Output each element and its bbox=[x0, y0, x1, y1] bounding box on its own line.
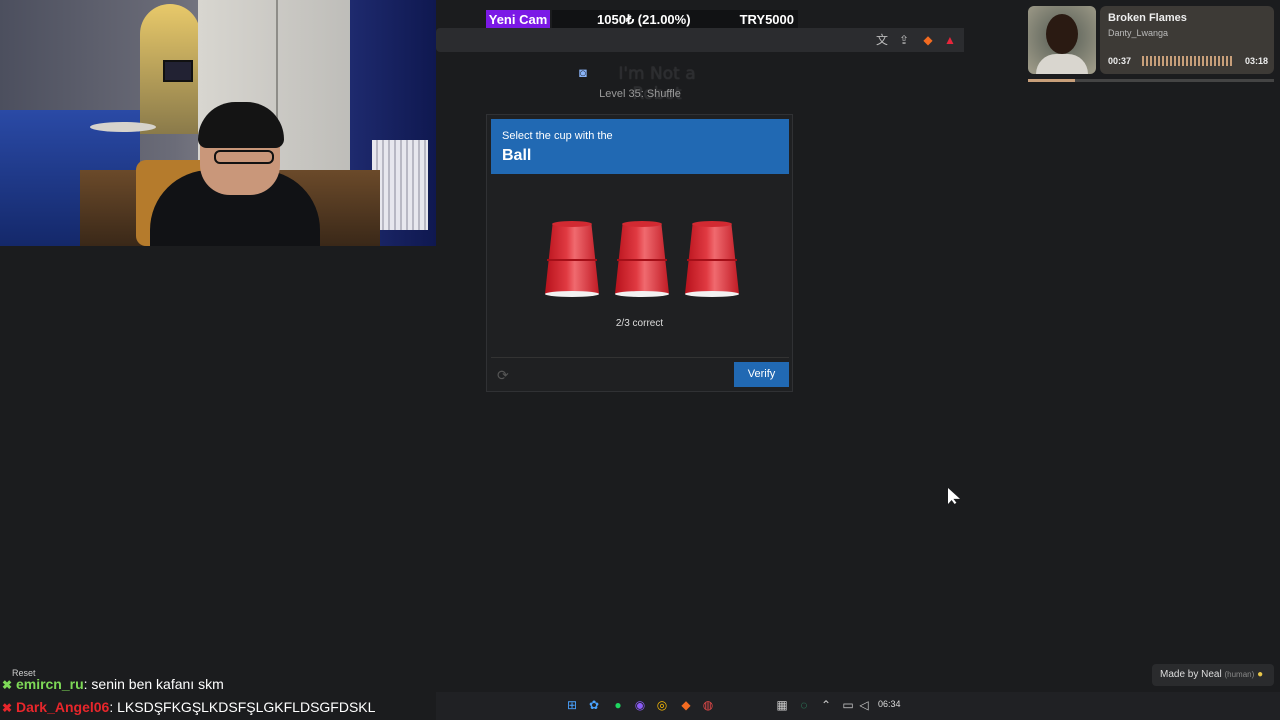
robot-icon: ◙ bbox=[579, 65, 587, 80]
discord-icon[interactable]: ◉ bbox=[632, 697, 648, 713]
taskbar-clock[interactable]: 06:34 bbox=[878, 699, 901, 709]
chat-username: Dark_Angel06 bbox=[15, 699, 110, 715]
music-widget: Broken Flames Danty_Lwanga 00:37 03:18 bbox=[1028, 6, 1274, 82]
browser-toolbar: 文 ⇪ ◆ ▲ bbox=[436, 28, 964, 52]
volume-icon[interactable]: ◁ bbox=[856, 697, 872, 713]
chat-text: : senin ben kafanı skm bbox=[83, 676, 224, 692]
track-progress-bar bbox=[1028, 79, 1274, 82]
chat-text: : LKSDŞFKGŞLKDSFŞLGKFLDSGFDSKL bbox=[109, 699, 376, 715]
level-label: Level 35: Shuffle bbox=[599, 88, 681, 100]
rewards-icon[interactable]: ▲ bbox=[942, 32, 958, 48]
app-icon-2[interactable]: ◍ bbox=[700, 697, 716, 713]
qr-icon[interactable]: ▦ bbox=[774, 697, 790, 713]
album-art bbox=[1028, 6, 1096, 74]
network-icon[interactable]: ▭ bbox=[840, 697, 856, 713]
chrome-icon[interactable]: ◎ bbox=[654, 697, 670, 713]
divider bbox=[491, 357, 789, 358]
translate-icon[interactable]: 文 bbox=[874, 32, 890, 48]
cup-2[interactable] bbox=[615, 221, 669, 299]
captcha-card: Select the cup with the Ball 2/3 correct… bbox=[486, 114, 793, 392]
mouse-cursor-icon bbox=[948, 488, 960, 504]
refresh-icon[interactable]: ⟳ bbox=[497, 367, 513, 383]
tray-icon[interactable]: ◌ bbox=[796, 697, 812, 713]
cup-3[interactable] bbox=[685, 221, 739, 299]
chat-badge-icon: ✖ bbox=[2, 701, 13, 715]
cup-1[interactable] bbox=[545, 221, 599, 299]
balance-bar: 1050₺ (21.00%) TRY5000 bbox=[552, 10, 798, 30]
track-progress-fill bbox=[1028, 79, 1075, 82]
app-icon[interactable]: ✿ bbox=[586, 697, 602, 713]
captcha-header: Select the cup with the Ball bbox=[491, 119, 789, 174]
chat-badge-icon: ✖ bbox=[2, 678, 13, 692]
taskbar: ⊞ ✿ ● ◉ ◎ ◆ ◍ ▦ ◌ ⌃ ▭ ◁ 06:34 bbox=[436, 692, 1280, 720]
webcam-overlay bbox=[0, 0, 436, 246]
page-heading: ◙ I'm Not a Robot bbox=[560, 64, 720, 104]
waveform bbox=[1142, 56, 1234, 66]
camera-label: Yeni Cam bbox=[486, 10, 550, 30]
captcha-instruction: Select the cup with the bbox=[502, 130, 613, 142]
lightbulb-icon: ● bbox=[1257, 669, 1264, 680]
spotify-icon[interactable]: ● bbox=[610, 697, 626, 713]
goal-value: TRY5000 bbox=[739, 12, 794, 27]
windows-start-icon[interactable]: ⊞ bbox=[564, 697, 580, 713]
balance-value: 1050₺ (21.00%) bbox=[597, 12, 691, 27]
track-artist: Danty_Lwanga bbox=[1108, 28, 1169, 38]
brave-shield-icon[interactable]: ◆ bbox=[920, 32, 936, 48]
chat-message: ✖ emircn_ru: senin ben kafanı skm bbox=[2, 676, 224, 692]
chevron-up-icon[interactable]: ⌃ bbox=[818, 697, 834, 713]
verify-button[interactable]: Verify bbox=[734, 362, 789, 387]
track-title: Broken Flames bbox=[1108, 12, 1187, 24]
track-panel: Broken Flames Danty_Lwanga 00:37 03:18 bbox=[1100, 6, 1274, 74]
made-by-label: Made by Neal bbox=[1160, 669, 1222, 680]
made-by-badge: Made by Neal (human) ● bbox=[1152, 664, 1274, 686]
chat-username: emircn_ru bbox=[15, 676, 84, 692]
score-status: 2/3 correct bbox=[615, 318, 664, 329]
chat-message: ✖ Dark_Angel06: LKSDŞFKGŞLKDSFŞLGKFLDSGF… bbox=[2, 699, 375, 715]
captcha-target: Ball bbox=[502, 147, 532, 164]
brave-icon[interactable]: ◆ bbox=[678, 697, 694, 713]
made-by-tag: (human) bbox=[1224, 670, 1255, 679]
total-time: 03:18 bbox=[1244, 56, 1268, 66]
current-time: 00:37 bbox=[1108, 56, 1132, 66]
share-icon[interactable]: ⇪ bbox=[896, 32, 912, 48]
